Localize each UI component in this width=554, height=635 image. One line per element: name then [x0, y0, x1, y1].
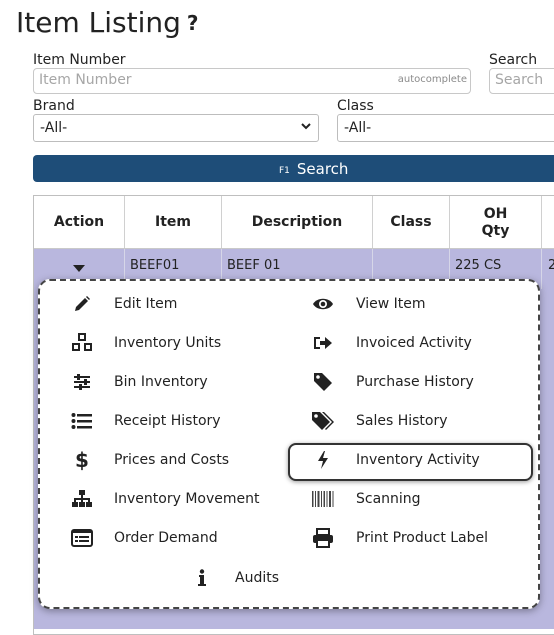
search-shortcut-key: F1: [279, 166, 290, 176]
column-header-action[interactable]: Action: [34, 196, 125, 249]
table-header-divider: [34, 248, 554, 249]
cubes-icon: [68, 332, 96, 354]
sign-out-icon: [311, 332, 335, 354]
item-number-placeholder: Item Number: [39, 72, 132, 88]
menu-item-scanning[interactable]: Scanning: [356, 491, 421, 507]
column-header-oh-qty[interactable]: OH Qty: [450, 196, 542, 249]
row-next-cell: 2: [548, 258, 554, 273]
print-icon: [311, 527, 335, 549]
column-divider: [541, 249, 542, 289]
row-description-cell: BEEF 01: [227, 258, 281, 273]
brand-label: Brand: [33, 98, 75, 114]
pencil-icon: [70, 293, 94, 315]
page-title: Item Listing?: [16, 6, 199, 39]
bolt-icon: [311, 449, 335, 471]
menu-item-view-item[interactable]: View Item: [356, 296, 426, 312]
menu-item-purchase-history[interactable]: Purchase History: [356, 374, 474, 390]
info-icon: [190, 567, 214, 589]
column-header-description[interactable]: Description: [222, 196, 373, 249]
menu-item-print-product-label[interactable]: Print Product Label: [356, 530, 488, 546]
menu-item-edit-item[interactable]: Edit Item: [114, 296, 177, 312]
menu-item-inventory-movement[interactable]: Inventory Movement: [114, 491, 259, 507]
class-label: Class: [337, 98, 374, 114]
autocomplete-hint: autocomplete: [397, 74, 467, 85]
menu-item-prices-and-costs[interactable]: Prices and Costs: [114, 452, 229, 468]
tags-icon: [311, 410, 335, 432]
brand-select[interactable]: -All-: [33, 114, 319, 142]
menu-item-inventory-activity[interactable]: Inventory Activity: [356, 452, 480, 468]
search-button-label: Search: [296, 160, 349, 178]
help-icon[interactable]: ?: [187, 11, 199, 35]
row-action-toggle[interactable]: [73, 265, 85, 272]
menu-item-audits[interactable]: Audits: [235, 570, 279, 586]
column-header-item-label: Item: [155, 214, 191, 230]
menu-item-bin-inventory[interactable]: Bin Inventory: [114, 374, 208, 390]
menu-item-invoiced-activity[interactable]: Invoiced Activity: [356, 335, 472, 351]
column-header-class[interactable]: Class: [373, 196, 450, 249]
class-select-value: -All-: [344, 120, 372, 136]
column-header-item[interactable]: Item: [125, 196, 222, 249]
column-header-action-label: Action: [53, 214, 105, 230]
eye-icon: [311, 293, 335, 315]
item-number-input[interactable]: Item Number autocomplete: [33, 68, 471, 94]
brand-select-value: -All-: [40, 120, 68, 136]
column-header-oh-qty-label: OH Qty: [481, 205, 510, 239]
search-input[interactable]: Search: [489, 68, 554, 94]
column-header-description-label: Description: [251, 214, 343, 230]
row-oh-qty-cell: 225 CS: [455, 258, 502, 273]
barcode-icon: [311, 488, 335, 510]
sliders-icon: [70, 371, 94, 393]
list-icon: [70, 410, 94, 432]
menu-item-order-demand[interactable]: Order Demand: [114, 530, 218, 546]
search-label: Search: [489, 52, 538, 68]
item-number-label: Item Number: [33, 52, 126, 68]
search-placeholder: Search: [495, 72, 544, 88]
chevron-down-icon: [301, 123, 311, 130]
menu-item-receipt-history[interactable]: Receipt History: [114, 413, 221, 429]
row-item-cell[interactable]: BEEF01: [130, 258, 179, 273]
sitemap-icon: [70, 488, 94, 510]
list-alt-icon: [70, 527, 94, 549]
menu-item-sales-history[interactable]: Sales History: [356, 413, 448, 429]
column-header-class-label: Class: [390, 214, 432, 230]
menu-item-inventory-units[interactable]: Inventory Units: [114, 335, 221, 351]
tag-icon: [311, 371, 335, 393]
class-select[interactable]: -All-: [337, 114, 554, 142]
page-title-text: Item Listing: [16, 6, 181, 39]
search-button[interactable]: F1 Search: [33, 155, 554, 182]
dollar-icon: $: [75, 448, 89, 472]
